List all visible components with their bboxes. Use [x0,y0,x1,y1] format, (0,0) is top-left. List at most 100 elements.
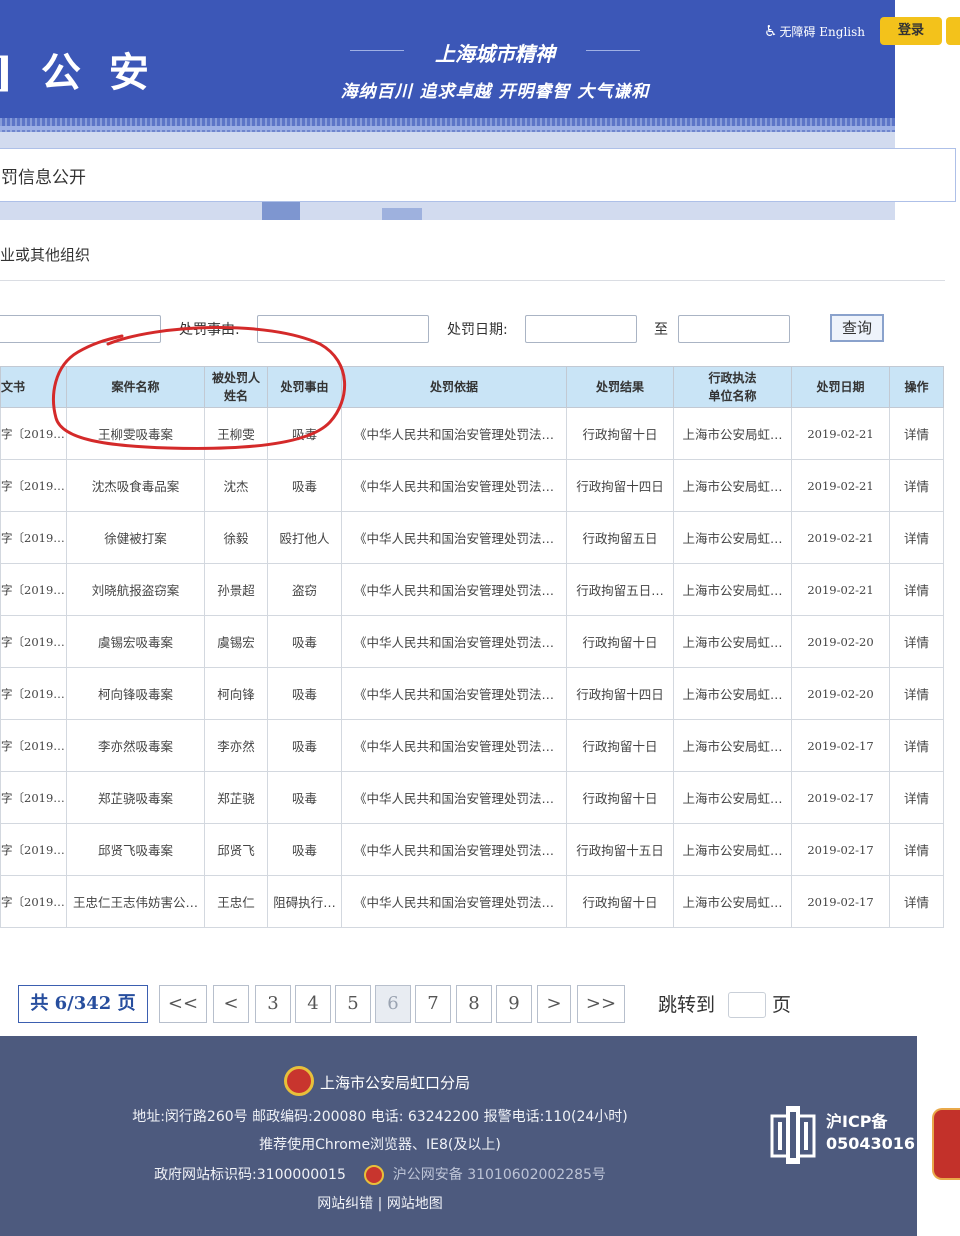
banner-decor [262,202,300,220]
city-spirit: 上海城市精神 海纳百川 追求卓越 开明睿智 大气谦和 [330,38,660,102]
cell-result: 行政拘留十四日 [566,459,674,512]
cell-punished-name: 虞锡宏 [204,615,268,668]
page-number-button[interactable]: 4 [295,985,331,1023]
secondary-header-button[interactable] [946,17,960,45]
cell-unit: 上海市公安局虹… [673,667,792,720]
page-number-button[interactable]: 7 [415,985,451,1023]
cell-result: 行政拘留十日 [566,615,674,668]
cell-reason: 吸毒 [267,615,342,668]
decor-line-left [350,50,404,51]
login-button[interactable]: 登录 [880,17,942,45]
cell-date: 2019-02-20 [791,667,890,720]
site-map-link[interactable]: 网站地图 [387,1196,443,1212]
col-date: 处罚日期 [791,366,890,408]
header-text: 被处罚人 [211,371,260,385]
cell-date: 2019-02-20 [791,615,890,668]
cell-result: 行政拘留十五日 [566,823,674,876]
next-page-button[interactable]: > [537,985,571,1023]
prev-page-button[interactable]: < [213,985,249,1023]
cell-basis: 《中华人民共和国治安管理处罚法… [341,407,567,460]
detail-link[interactable]: 详情 [889,771,944,824]
floating-badge-icon[interactable] [932,1108,960,1180]
cell-doc-number: 字〔2019… [0,771,67,824]
detail-link[interactable]: 详情 [889,875,944,928]
cell-case-name: 邱贤飞吸毒案 [66,823,205,876]
cell-result: 行政拘留五日… [566,563,674,616]
last-page-button[interactable]: >> [577,985,625,1023]
link-separator: | [377,1196,383,1212]
date-from-input[interactable] [525,315,637,343]
table-row: 字〔2019… 柯向锋吸毒案 柯向锋 吸毒 《中华人民共和国治安管理处罚法… 行政拘留十四… [0,667,944,720]
site-error-link[interactable]: 网站纠错 [317,1196,373,1212]
site-footer: 上海市公安局虹口分局 地址:闵行路260号 邮政编码:200080 电话: 63… [0,1036,917,1236]
col-case-name: 案件名称 [66,366,205,408]
cell-result: 行政拘留五日 [566,511,674,564]
footer-address: 地址:闵行路260号 邮政编码:200080 电话: 63242200 报警电话… [132,1109,628,1125]
detail-link[interactable]: 详情 [889,459,944,512]
page-title: 罚信息公开 [1,168,86,188]
page-unit-label: 页 [772,994,792,1016]
accessibility-link[interactable]: 无障碍 [779,25,815,39]
col-action: 操作 [889,366,944,408]
cell-doc-number: 字〔2019… [0,511,67,564]
cell-date: 2019-02-17 [791,719,890,772]
page-title-box: 罚信息公开 [0,148,956,202]
icp-line2: 05043016 [826,1134,916,1153]
detail-link[interactable]: 详情 [889,511,944,564]
page-number-button[interactable]: 5 [335,985,371,1023]
cell-basis: 《中华人民共和国治安管理处罚法… [341,459,567,512]
cell-basis: 《中华人民共和国治安管理处罚法… [341,771,567,824]
page-number-button[interactable]: 6 [375,985,411,1023]
cell-doc-number: 字〔2019… [0,615,67,668]
table-row: 字〔2019… 王忠仁王志伟妨害公… 王忠仁 阻碍执行… 《中华人民共和国治安管理处罚法… [0,875,944,928]
document-number-input[interactable] [0,315,161,343]
detail-link[interactable]: 详情 [889,719,944,772]
col-doc-number: 文书 [0,366,67,408]
cell-date: 2019-02-21 [791,459,890,512]
cell-reason: 吸毒 [267,667,342,720]
header-text: 单位名称 [708,389,757,403]
cell-doc-number: 字〔2019… [0,719,67,772]
cell-unit: 上海市公安局虹… [673,563,792,616]
cell-doc-number: 字〔2019… [0,875,67,928]
cell-basis: 《中华人民共和国治安管理处罚法… [341,719,567,772]
cell-punished-name: 李亦然 [204,719,268,772]
first-page-button[interactable]: << [159,985,207,1023]
detail-link[interactable]: 详情 [889,823,944,876]
page-number-button[interactable]: 9 [496,985,532,1023]
col-result: 处罚结果 [566,366,674,408]
cell-punished-name: 孙景超 [204,563,268,616]
decor-line-right [586,50,640,51]
jump-page-input[interactable] [728,992,766,1018]
date-to-input[interactable] [678,315,790,343]
wheelchair-icon: ♿ [764,22,778,40]
date-to-label: 至 [654,322,668,338]
cell-case-name: 王忠仁王志伟妨害公… [66,875,205,928]
cell-unit: 上海市公安局虹… [673,459,792,512]
page-number-button[interactable]: 3 [255,985,291,1023]
cell-case-name: 刘晓航报盗窃案 [66,563,205,616]
english-link[interactable]: English [819,25,865,39]
header-text: 行政执法 [708,371,757,385]
table-row: 字〔2019… 李亦然吸毒案 李亦然 吸毒 《中华人民共和国治安管理处罚法… 行政拘留十日… [0,719,944,772]
footer-browser-tip: 推荐使用Chrome浏览器、IE8(及以上) [259,1137,501,1153]
detail-link[interactable]: 详情 [889,563,944,616]
col-unit: 行政执法 单位名称 [673,366,792,408]
table-row: 字〔2019… 郑芷骁吸毒案 郑芷骁 吸毒 《中华人民共和国治安管理处罚法… 行政拘留十日… [0,771,944,824]
police-record-link[interactable]: 沪公网安备 31010602002285号 [393,1167,606,1183]
subject-type-label: 业或其他组织 [0,246,91,264]
detail-link[interactable]: 详情 [889,667,944,720]
col-punished-name: 被处罚人 姓名 [204,366,268,408]
detail-link[interactable]: 详情 [889,615,944,668]
cell-unit: 上海市公安局虹… [673,875,792,928]
cell-doc-number: 字〔2019… [0,459,67,512]
col-basis: 处罚依据 [341,366,567,408]
cell-result: 行政拘留十四日 [566,667,674,720]
query-button[interactable]: 查询 [830,314,884,342]
footer-org: 上海市公安局虹口分局 [320,1074,471,1092]
reason-input[interactable] [257,315,429,343]
detail-link[interactable]: 详情 [889,407,944,460]
cell-unit: 上海市公安局虹… [673,719,792,772]
table-row: 字〔2019… 刘晓航报盗窃案 孙景超 盗窃 《中华人民共和国治安管理处罚法… 行政拘留五… [0,563,944,616]
page-number-button[interactable]: 8 [456,985,492,1023]
